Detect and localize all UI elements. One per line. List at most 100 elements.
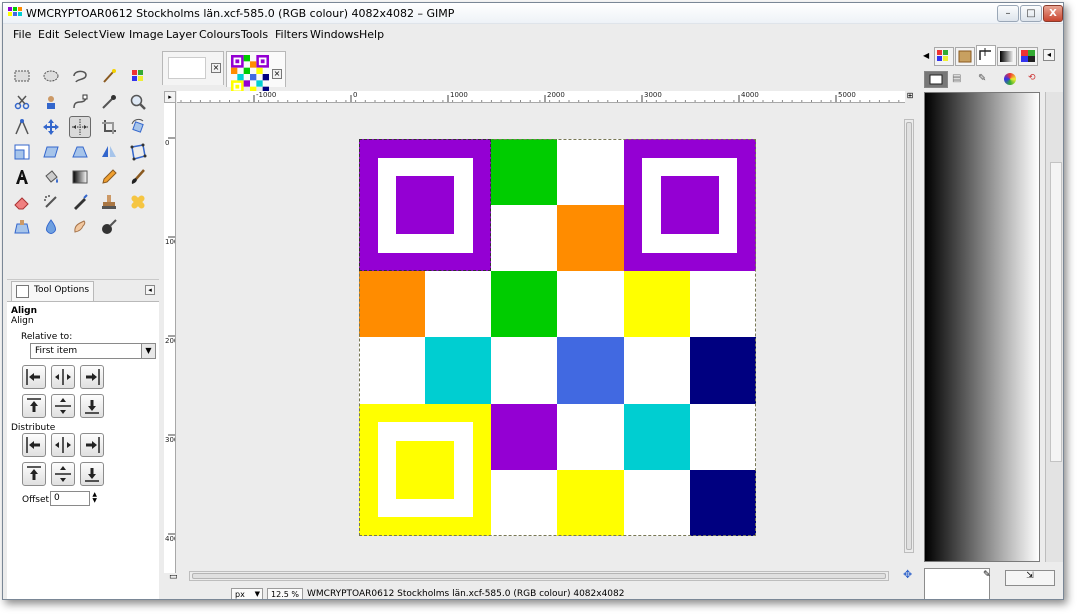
dock-scroll-strip[interactable]	[1045, 92, 1063, 562]
right-dock: ◀ ◂ ▤ ✎ ⟲ ✎ ⇲	[919, 43, 1063, 599]
spinner-arrows-icon[interactable]: ▲ ▼	[92, 492, 97, 504]
move-tool[interactable]	[40, 116, 62, 138]
dock-tab-colours[interactable]	[1018, 47, 1038, 66]
distribute-left-button[interactable]	[22, 433, 46, 457]
fuzzy-select-tool[interactable]	[98, 65, 120, 87]
align-center-button[interactable]	[51, 365, 75, 389]
menu-view[interactable]: View	[99, 28, 125, 41]
horizontal-scroll-thumb[interactable]	[192, 573, 886, 579]
foreground-select-tool[interactable]	[40, 91, 62, 113]
ellipse-select-tool[interactable]	[40, 65, 62, 87]
smudge-tool[interactable]	[69, 216, 91, 238]
menu-layer[interactable]: Layer	[166, 28, 197, 41]
heal-tool[interactable]	[127, 191, 149, 213]
menu-filters[interactable]: Filters	[275, 28, 308, 41]
maximize-button[interactable]: □	[1020, 5, 1042, 22]
paintbrush-tool[interactable]	[127, 166, 149, 188]
clone-tool[interactable]	[98, 191, 120, 213]
perspective-clone-tool[interactable]	[11, 216, 33, 238]
image-tab-2[interactable]: ×	[226, 51, 286, 93]
brush-preview[interactable]	[924, 568, 990, 599]
close-tab-icon[interactable]: ×	[272, 69, 282, 79]
horizontal-scrollbar[interactable]	[189, 571, 889, 581]
text-tool[interactable]	[11, 166, 33, 188]
history-icon[interactable]: ⟲	[1028, 73, 1036, 83]
paths-tool[interactable]	[69, 91, 91, 113]
align-tool[interactable]	[69, 116, 91, 138]
navigate-image-icon[interactable]: ✥	[903, 569, 915, 581]
free-select-tool[interactable]	[69, 65, 91, 87]
menu-help[interactable]: Help	[359, 28, 384, 41]
navigate-icon[interactable]: ▭	[169, 571, 181, 583]
dock-scroll-thumb[interactable]	[1050, 162, 1062, 462]
close-tab-icon[interactable]: ×	[211, 63, 221, 73]
dock-subtab-active[interactable]	[924, 71, 948, 88]
dock-scroll-left-icon[interactable]: ◀	[923, 51, 929, 60]
distribute-bottom-button[interactable]	[80, 462, 104, 486]
distribute-right-button[interactable]	[80, 433, 104, 457]
perspective-tool[interactable]	[69, 141, 91, 163]
measure-tool[interactable]	[11, 116, 33, 138]
gradient-preview-list[interactable]	[924, 92, 1040, 562]
align-bottom-button[interactable]	[80, 394, 104, 418]
scissors-select-tool[interactable]	[11, 91, 33, 113]
image-canvas[interactable]	[359, 139, 756, 536]
align-right-button[interactable]	[80, 365, 104, 389]
rotate-tool[interactable]	[127, 116, 149, 138]
airbrush-tool[interactable]	[40, 191, 62, 213]
quick-mask-toggle-icon[interactable]: ▸	[164, 91, 176, 103]
dock-menu-icon[interactable]: ◂	[145, 285, 155, 295]
shear-tool[interactable]	[40, 141, 62, 163]
zoom-fit-icon[interactable]: ⊞	[905, 91, 915, 101]
dock-tab-patterns[interactable]	[955, 47, 975, 66]
paths-panel-icon[interactable]: ✎	[978, 73, 986, 84]
brush-edit-icon[interactable]: ✎	[983, 570, 991, 580]
offset-spinner[interactable]: 0 ▲ ▼	[50, 491, 97, 506]
dock-tab-gradient-editor[interactable]	[997, 47, 1017, 66]
distribute-top-button[interactable]	[22, 462, 46, 486]
scale-tool[interactable]	[11, 141, 33, 163]
crop-tool[interactable]	[98, 116, 120, 138]
minimize-button[interactable]: –	[997, 5, 1019, 22]
colour-wheel-icon[interactable]	[1004, 73, 1016, 85]
unit-selector[interactable]: px ▼	[231, 588, 263, 599]
align-top-button[interactable]	[22, 394, 46, 418]
distribute-center-button[interactable]	[51, 433, 75, 457]
rect-select-tool[interactable]	[11, 65, 33, 87]
menu-tools[interactable]: Tools	[241, 28, 268, 41]
ink-tool[interactable]	[69, 191, 91, 213]
flip-tool[interactable]	[98, 141, 120, 163]
blur-tool[interactable]	[40, 216, 62, 238]
dock-tab-palettes[interactable]	[934, 47, 954, 66]
dock-tab-gradients[interactable]	[976, 45, 996, 66]
menu-image[interactable]: Image	[129, 28, 163, 41]
align-middle-button[interactable]	[51, 394, 75, 418]
cage-transform-tool[interactable]	[127, 141, 149, 163]
vertical-scroll-thumb[interactable]	[906, 122, 912, 550]
menu-edit[interactable]: Edit	[38, 28, 59, 41]
select-by-colour-tool[interactable]	[127, 65, 149, 87]
distribute-middle-button[interactable]	[51, 462, 75, 486]
menu-select[interactable]: Select	[64, 28, 98, 41]
dodge-burn-tool[interactable]	[98, 216, 120, 238]
eraser-tool[interactable]	[11, 191, 33, 213]
canvas-area[interactable]	[177, 103, 901, 569]
tool-options-tab[interactable]: Tool Options	[11, 281, 95, 301]
pencil-tool[interactable]	[98, 166, 120, 188]
close-button[interactable]: X	[1043, 5, 1063, 22]
image-tab-1[interactable]: ×	[162, 51, 224, 85]
zoom-tool[interactable]	[127, 91, 149, 113]
edit-button[interactable]: ⇲	[1005, 570, 1055, 586]
relative-to-dropdown[interactable]: First item ▼	[30, 343, 156, 359]
channels-icon[interactable]: ▤	[952, 73, 961, 84]
blend-tool[interactable]	[69, 166, 91, 188]
align-left-button[interactable]	[22, 365, 46, 389]
colour-picker-tool[interactable]	[98, 91, 120, 113]
menu-file[interactable]: File	[13, 28, 31, 41]
vertical-scrollbar[interactable]	[904, 119, 914, 553]
menu-windows[interactable]: Windows	[310, 28, 359, 41]
menu-colours[interactable]: Colours	[199, 28, 240, 41]
zoom-selector[interactable]: 12.5 %	[267, 588, 303, 599]
bucket-fill-tool[interactable]	[40, 166, 62, 188]
dock-tab-menu-icon[interactable]: ◂	[1043, 49, 1055, 61]
